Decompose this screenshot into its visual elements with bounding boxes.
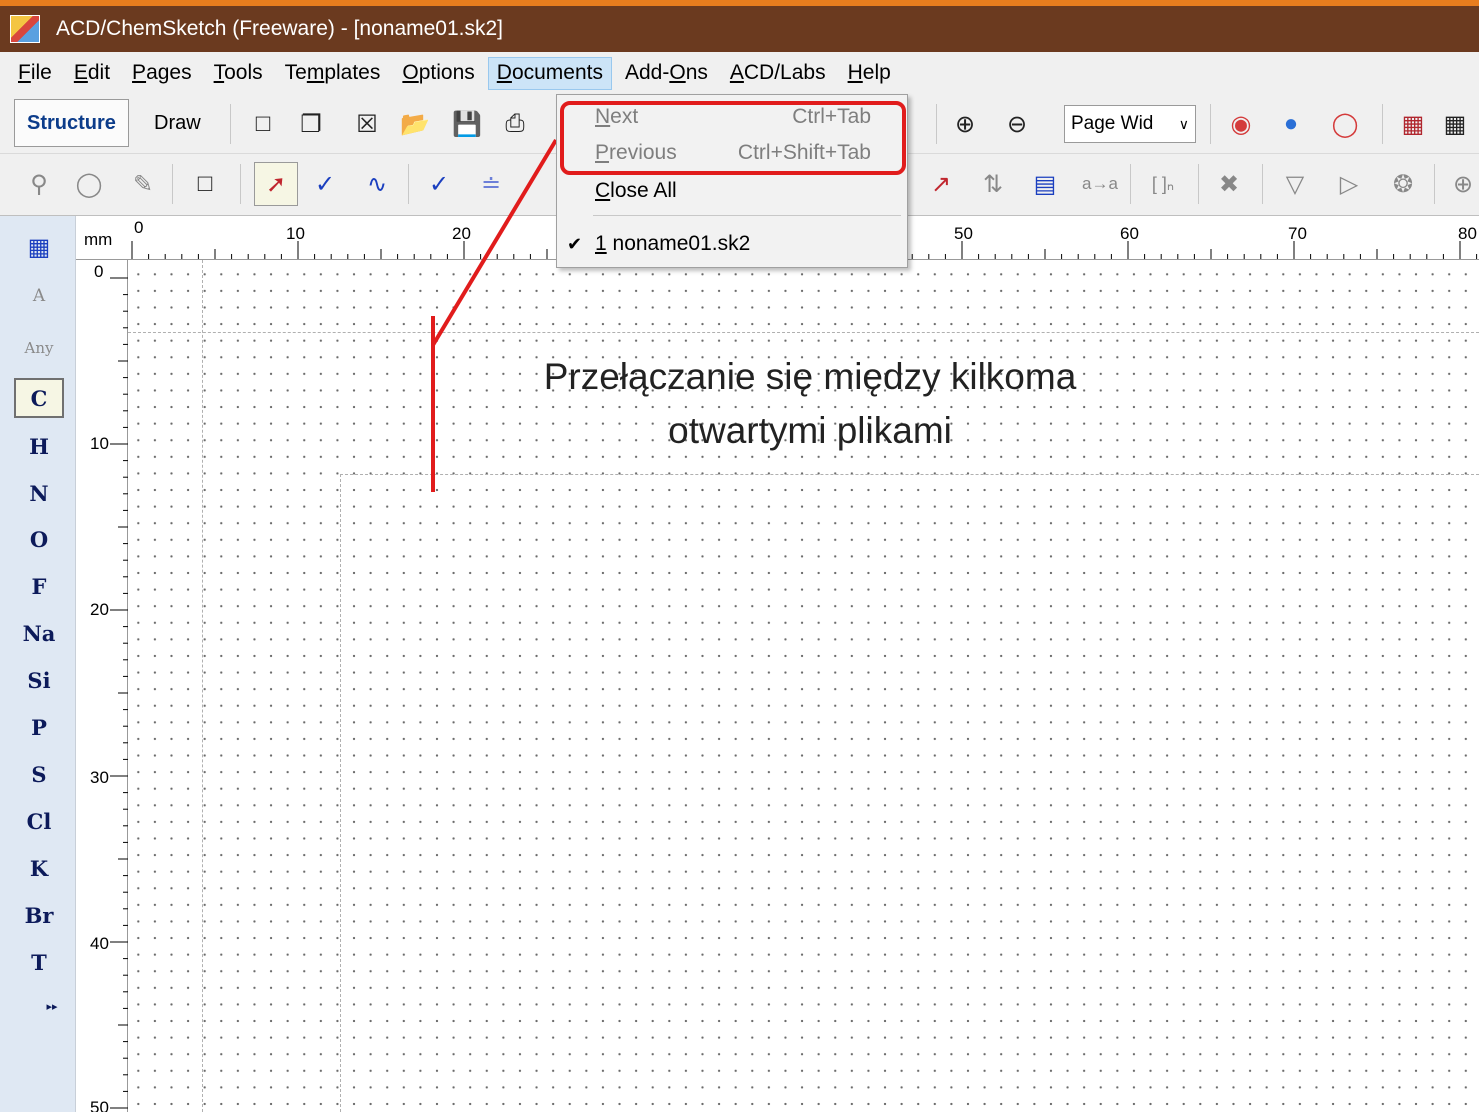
menu-item-close-all[interactable]: Close All: [557, 173, 907, 209]
menu-separator: [593, 215, 901, 216]
check-icon: ✔: [567, 233, 583, 254]
annotation-line-1: Przełączanie się między kilkoma: [543, 356, 1077, 397]
highlight-box: [560, 101, 906, 175]
menu-item-document-1-label: 1 noname01.sk2: [595, 232, 751, 255]
menu-item-close-all-label: Close All: [595, 179, 677, 202]
annotation-line-2: otwartymi plikami: [668, 410, 952, 451]
menu-item-document-1[interactable]: ✔ 1 noname01.sk2: [557, 226, 907, 262]
annotation-callout: Przełączanie się między kilkoma otwartym…: [430, 350, 1190, 458]
